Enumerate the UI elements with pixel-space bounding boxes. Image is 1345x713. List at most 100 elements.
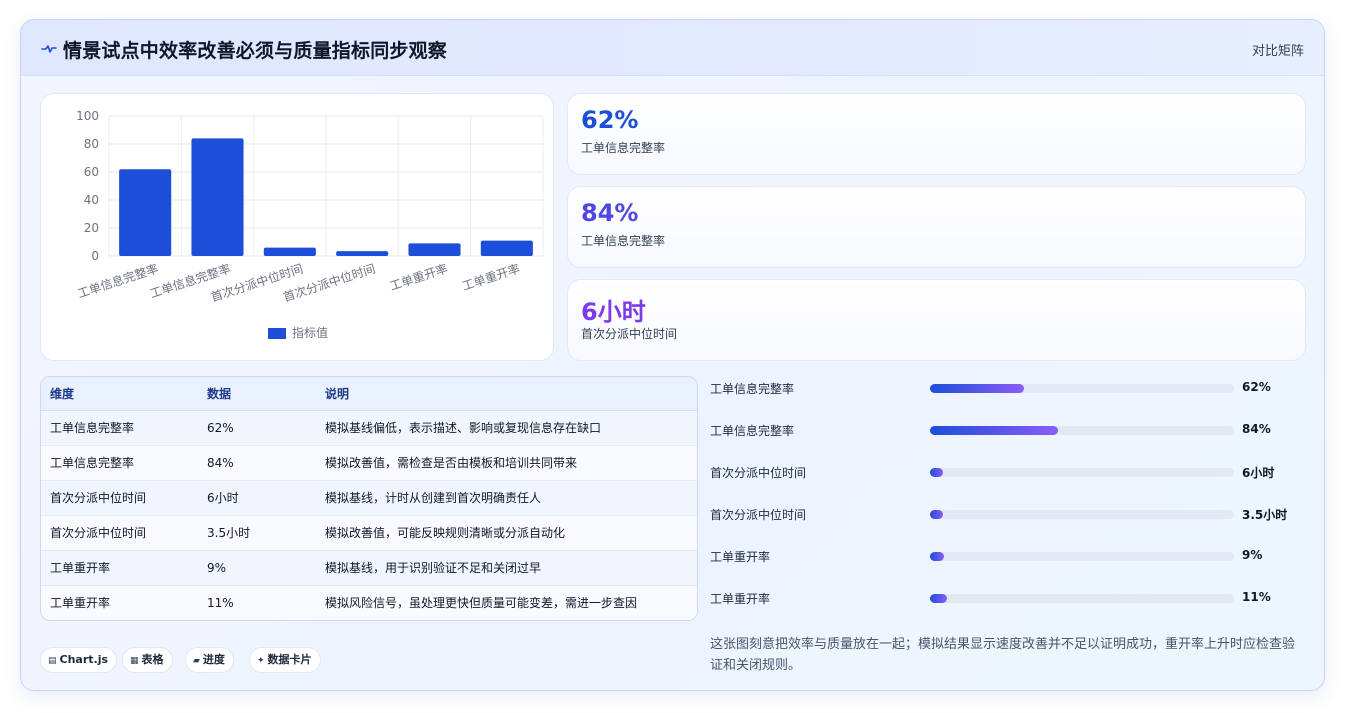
table-row: 首次分派中位时间 6小时 模拟基线，计时从创建到首次明确责任人 [41,480,697,516]
table-cell: 工单重开率 [41,550,198,586]
progress-value: 6小时 [1242,466,1275,480]
progress-track [930,468,1234,477]
legend-label[interactable]: 指标值 [292,325,328,340]
data-table: 维度 数据 说明 工单信息完整率 62% 模拟基线偏低，表示描述、影响或复现信息… [41,377,697,620]
chip-table[interactable]: ▦ 表格 [122,647,173,673]
table-cell: 62% [198,410,316,446]
bar[interactable] [336,251,389,256]
progress-fill [930,384,1025,393]
column-header: 维度 [41,377,198,411]
stat-label: 工单信息完整率 [581,141,666,155]
progress-label: 工单重开率 [710,592,771,606]
chip-label: 进度 [202,653,225,666]
table-row: 首次分派中位时间 3.5小时 模拟改善值，可能反映规则清晰或分派自动化 [41,515,697,551]
progress-track [930,510,1234,519]
table-cell: 首次分派中位时间 [41,515,198,551]
progress-row: 首次分派中位时间 6小时 [710,462,1310,482]
progress-row: 首次分派中位时间 3.5小时 [710,504,1310,524]
table-cell: 11% [207,595,234,610]
progress-fill [930,426,1058,435]
stat-value: 6小时 [581,298,646,326]
table-cell: 工单重开率 [50,596,111,611]
stat-card: 6小时 首次分派中位时间 [567,279,1306,361]
table-cell: 模拟基线偏低，表示描述、影响或复现信息存在缺口 [316,410,697,446]
table-cell: 6小时 [198,480,316,516]
y-tick-label: 60 [84,165,99,179]
data-table-panel: 维度 数据 说明 工单信息完整率 62% 模拟基线偏低，表示描述、影响或复现信息… [40,376,698,621]
stat-card: 84% 工单信息完整率 [567,186,1306,268]
legend-swatch [268,328,286,339]
table-cell: 模拟基线，用于识别验证不足和关闭过早 [316,550,697,586]
stat-value: 84% [581,199,639,227]
x-tick-label: 工单重开率 [460,261,522,294]
table-row: 工单重开率 9% 模拟基线，用于识别验证不足和关闭过早 [41,550,697,586]
bar[interactable] [408,243,461,256]
y-tick-label: 20 [84,221,99,235]
table-cell: 84% [198,445,316,481]
table-cell: 3.5小时 [198,515,316,551]
summary-note: 这张图刻意把效率与质量放在一起；模拟结果显示速度改善并不足以证明成功，重开率上升… [710,637,1296,673]
progress-icon: ▰ [193,656,200,666]
progress-value: 84% [1242,422,1271,436]
bar-chart-panel: 0 20 40 60 80 100 工单信息完整率 工单信息完整率 首次分派中位时间 首次分派中位… [40,93,554,361]
progress-fill [930,552,944,561]
y-tick-label: 40 [84,193,99,207]
bar[interactable] [480,240,533,256]
chip-label: Chart.js [59,653,109,666]
y-tick-label: 0 [91,249,99,263]
x-tick-label: 工单信息完整率 [76,261,161,301]
progress-row: 工单重开率 9% [710,546,1310,566]
table-cell: 模拟改善值，需检查是否由模板和培训共同带来 [316,445,697,481]
progress-fill [930,468,943,477]
stat-value: 62% [581,106,639,134]
progress-value: 62% [1242,380,1271,394]
chip-label: 表格 [141,653,164,666]
progress-row: 工单重开率 11% [710,588,1310,608]
bar[interactable] [191,138,244,256]
table-icon: ▦ [130,656,139,666]
stat-label: 首次分派中位时间 [581,327,678,341]
table-row: 工单重开率 11% 模拟风险信号，虽处理更快但质量可能变差，需进一步查因 [41,585,697,620]
y-tick-label: 80 [84,137,99,151]
progress-label: 工单重开率 [710,550,771,564]
progress-label: 工单信息完整率 [710,424,795,438]
progress-value: 9% [1242,548,1263,562]
bar-chart: 020406080100工单信息完整率工单信息完整率首次分派中位时间首次分派中位… [76,109,544,340]
pulse-icon [41,45,57,53]
table-cell: 首次分派中位时间 [41,480,198,516]
x-tick-label: 工单重开率 [388,261,450,294]
card-header: 情景试点中效率改善必须与质量指标同步观察 对比矩阵 [21,20,1324,76]
chip-label: 数据卡片 [267,653,312,666]
chip-chartjs[interactable]: ▤ Chart.js [40,647,118,673]
progress-label: 首次分派中位时间 [710,508,807,522]
progress-fill [930,510,943,519]
progress-track [930,384,1234,393]
stat-card: 62% 工单信息完整率 [567,93,1306,175]
progress-track [930,552,1234,561]
table-row: 工单信息完整率 84% 模拟改善值，需检查是否由模板和培训共同带来 [41,445,697,481]
dashboard-card: 情景试点中效率改善必须与质量指标同步观察 对比矩阵 0 20 40 60 80 100 工单… [20,19,1325,691]
bar[interactable] [119,169,172,256]
progress-row: 工单信息完整率 84% [710,420,1310,440]
table-cell: 模拟改善值，可能反映规则清晰或分派自动化 [316,515,697,551]
table-cell: 工单信息完整率 [41,410,198,446]
progress-fill [930,594,947,603]
bar[interactable] [263,247,316,256]
progress-track [930,426,1234,435]
progress-track [930,594,1234,603]
table-cell: 模拟风险信号，虽处理更快但质量可能变差，需进一步查因 [325,596,638,611]
chip-data-card[interactable]: ✦ 数据卡片 [249,647,321,673]
chip-progress[interactable]: ▰ 进度 [185,647,234,673]
table-cell: 工单信息完整率 [41,445,198,481]
column-header: 说明 [316,377,697,411]
view-tag[interactable]: 对比矩阵 [1252,40,1304,59]
table-row: 工单信息完整率 62% 模拟基线偏低，表示描述、影响或复现信息存在缺口 [41,410,697,446]
stat-label: 工单信息完整率 [581,234,666,248]
sparkle-icon: ✦ [257,656,265,666]
progress-value: 3.5小时 [1242,508,1288,522]
table-cell: 9% [198,550,316,586]
progress-value: 11% [1242,590,1271,604]
table-cell: 模拟基线，计时从创建到首次明确责任人 [316,480,697,516]
page-title: 情景试点中效率改善必须与质量指标同步观察 [63,40,448,62]
progress-label: 首次分派中位时间 [710,466,807,480]
